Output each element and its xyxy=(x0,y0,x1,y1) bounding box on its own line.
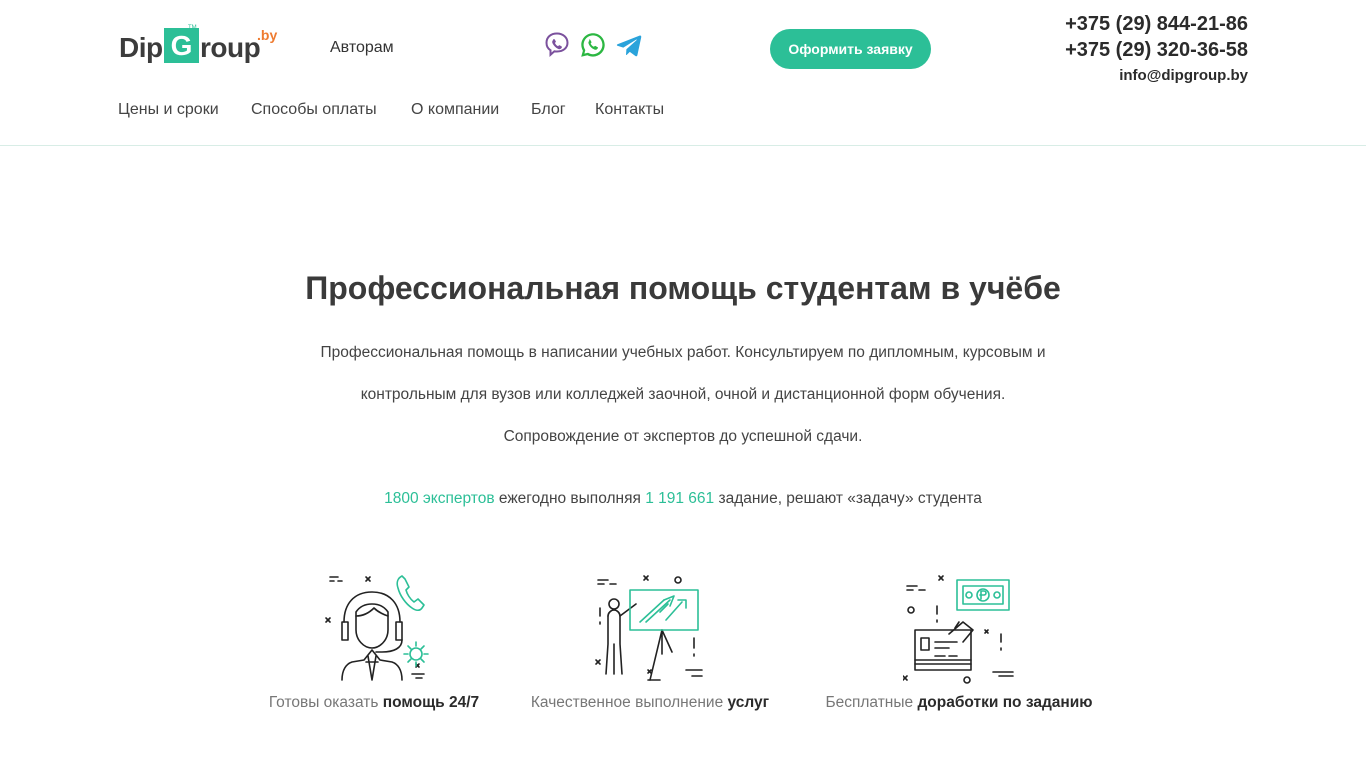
hero-description: Профессиональная помощь в написании учеб… xyxy=(283,332,1083,458)
nav-item-blog[interactable]: Блог xyxy=(531,101,566,119)
support-operator-icon xyxy=(325,575,429,681)
presentation-growth-icon xyxy=(595,575,703,681)
feature-item: Бесплатные доработки по заданию xyxy=(809,572,1109,712)
logo-domain-suffix: .by xyxy=(257,27,278,43)
feature-caption: Готовы оказать помощь 24/7 xyxy=(224,694,524,712)
phone-link-2[interactable]: +375 (29) 320-36-58 xyxy=(1065,37,1248,63)
hero-text-line: Профессиональная помощь в написании учеб… xyxy=(320,344,1046,361)
stats-text-tail: задание, решают «задачу» студента xyxy=(714,490,982,507)
feature-caption-bold: помощь 24/7 xyxy=(382,694,480,711)
feature-caption: Бесплатные доработки по заданию xyxy=(809,694,1109,712)
nav-item-contacts[interactable]: Контакты xyxy=(595,101,664,119)
authors-link[interactable]: Авторам xyxy=(330,39,394,57)
stats-text-middle: ежегодно выполняя xyxy=(494,490,646,507)
nav-item-about[interactable]: О компании xyxy=(411,101,499,119)
feature-caption-prefix: Бесплатные xyxy=(825,694,918,711)
feature-caption: Качественное выполнение услуг xyxy=(500,694,800,712)
site-header: Dip G TM roup .by Авторам Оформить заявк… xyxy=(0,0,1366,146)
telegram-icon[interactable] xyxy=(615,31,643,59)
stats-line: 1800 экспертов ежегодно выполняя 1 191 6… xyxy=(0,490,1366,508)
feature-caption-bold: услуг xyxy=(727,694,770,711)
logo-letter-box: G xyxy=(164,28,199,63)
feature-item: Готовы оказать помощь 24/7 xyxy=(224,572,524,712)
features-row: Готовы оказать помощь 24/7 Качественное … xyxy=(0,572,1366,722)
experts-count: 1800 экспертов xyxy=(384,490,495,507)
tasks-count: 1 191 661 xyxy=(645,490,715,507)
whatsapp-icon[interactable] xyxy=(579,31,607,59)
order-request-button[interactable]: Оформить заявку xyxy=(770,29,931,69)
nav-item-prices[interactable]: Цены и сроки xyxy=(118,101,219,119)
hero-title: Профессиональная помощь студентам в учёб… xyxy=(305,270,1061,306)
viber-icon[interactable] xyxy=(543,31,571,59)
feature-item: Качественное выполнение услуг xyxy=(500,572,800,712)
logo-text-dip: Dip xyxy=(119,32,163,63)
logo-trademark: TM xyxy=(188,25,197,31)
phone-link-1[interactable]: +375 (29) 844-21-86 xyxy=(1065,11,1248,37)
email-link[interactable]: info@dipgroup.by xyxy=(1065,63,1248,89)
site-logo[interactable]: Dip G TM roup .by xyxy=(118,25,283,66)
header-contacts: +375 (29) 844-21-86 +375 (29) 320-36-58 … xyxy=(1065,11,1248,89)
nav-item-payment[interactable]: Способы оплаты xyxy=(251,101,377,119)
hero-text-line: Сопровождение от экспертов до успешной с… xyxy=(503,428,863,445)
feature-caption-prefix: Качественное выполнение xyxy=(530,694,728,711)
feature-caption-prefix: Готовы оказать xyxy=(268,694,383,711)
hero-text-line: контрольным для вузов или колледжей заоч… xyxy=(360,386,1006,403)
payment-card-icon xyxy=(903,575,1014,684)
feature-caption-bold: доработки по заданию xyxy=(917,694,1093,711)
logo-text-roup: roup xyxy=(200,32,261,63)
